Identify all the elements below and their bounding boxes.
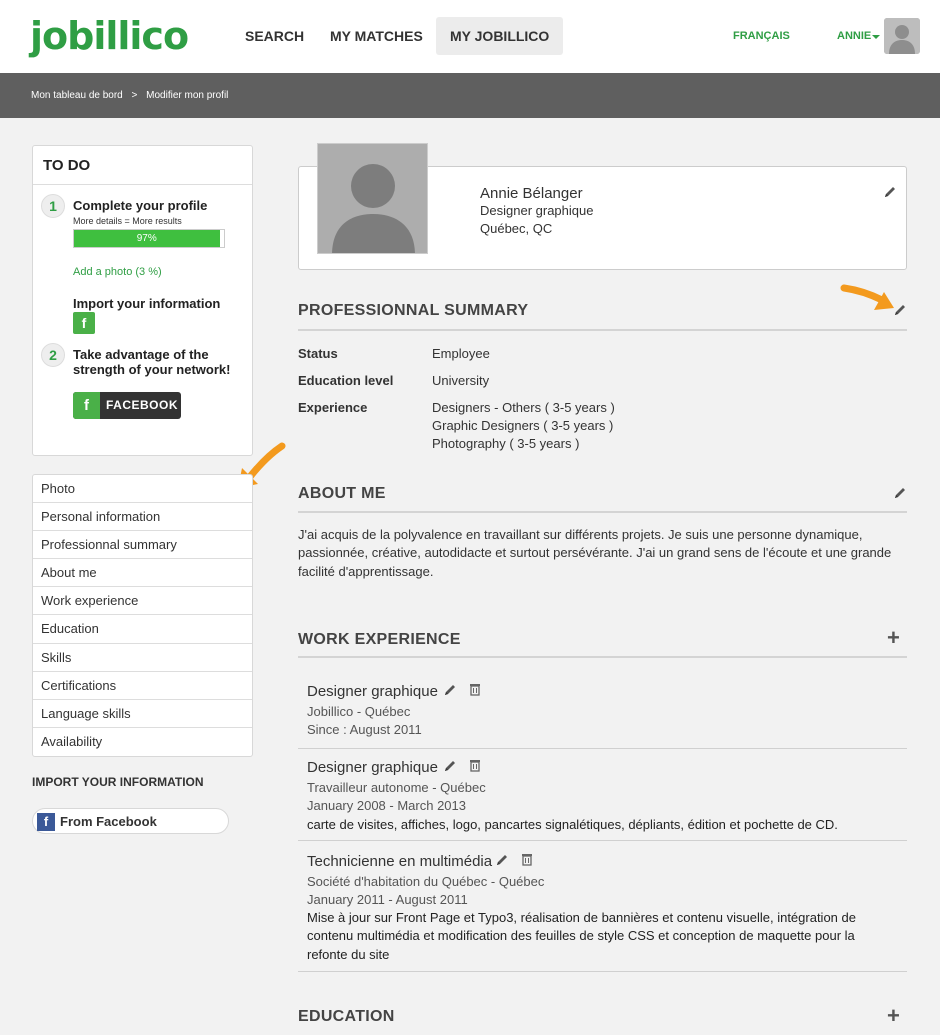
side-item-personal-information[interactable]: Personal information [33,503,252,532]
from-facebook-button[interactable]: f From Facebook [32,808,229,834]
breadcrumb-current: Modifier mon profil [146,90,229,101]
facebook-icon: f [37,813,55,831]
work-item: Designer graphique Jobillico - Québec Si… [298,674,907,749]
job-title: Designer graphique [307,759,438,776]
top-header: jobillico SEARCH MY MATCHES MY JOBILLICO… [0,0,940,73]
facebook-button[interactable]: f FACEBOOK [73,392,181,419]
nav-search[interactable]: SEARCH [235,17,314,55]
edit-pencil-icon[interactable] [495,853,509,867]
step-2-title-line2: strength of your network! [73,362,231,377]
orange-arrow-icon [840,284,894,310]
edit-pencil-icon[interactable] [893,486,907,500]
education-title: EDUCATION [298,1008,395,1025]
step-1-subtitle: More details = More results [73,216,182,226]
side-item-education[interactable]: Education [33,615,252,644]
import-info-label: Import your information [73,296,221,311]
side-item-work-experience[interactable]: Work experience [33,587,252,616]
step-1-badge: 1 [41,194,65,218]
trash-icon[interactable] [468,682,482,696]
step-2-title-line1: Take advantage of the [73,347,209,362]
side-item-certifications[interactable]: Certifications [33,672,252,700]
breadcrumb-separator: > [131,90,138,101]
import-section-title: IMPORT YOUR INFORMATION [32,775,204,789]
facebook-icon: f [73,392,100,419]
edit-pencil-icon[interactable] [443,683,457,697]
edit-pencil-icon[interactable] [893,303,907,317]
job-dates: January 2008 - March 2013 [307,798,466,813]
job-dates: Since : August 2011 [307,722,422,737]
add-plus-icon[interactable]: + [887,1005,900,1027]
job-company: Jobillico - Québec [307,704,411,719]
job-description: Mise à jour sur Front Page et Typo3, réa… [307,910,856,962]
breadcrumb-home[interactable]: Mon tableau de bord [31,90,123,101]
work-item: Technicienne en multimédia Société d'hab… [298,842,907,972]
breadcrumb: Mon tableau de bord > Modifier mon profi… [31,90,234,101]
edit-pencil-icon[interactable] [883,185,897,199]
facebook-icon[interactable]: f [73,312,95,334]
step-2-badge: 2 [41,343,65,367]
experience-label: Experience [298,400,368,415]
work-item: Designer graphique Travailleur autonome … [298,750,907,841]
nav-my-matches[interactable]: MY MATCHES [320,17,433,55]
education-level-label: Education level [298,373,394,388]
side-item-language-skills[interactable]: Language skills [33,700,252,728]
work-experience-title: WORK EXPERIENCE [298,631,461,648]
chevron-down-icon[interactable] [872,35,880,39]
user-menu[interactable]: ANNIE [837,30,871,42]
education-level-value: University [432,373,490,388]
profile-progress-bar: 97% [73,229,225,248]
job-dates: January 2011 - August 2011 [307,892,468,907]
job-description: carte de visites, affiches, logo, pancar… [307,817,838,832]
progress-fill: 97% [74,230,220,247]
trash-icon[interactable] [468,758,482,772]
user-silhouette-icon [884,18,920,54]
status-label: Status [298,346,338,361]
side-item-professional-summary[interactable]: Professionnal summary [33,531,252,560]
todo-panel: TO DO 1 Complete your profile More detai… [32,145,253,456]
side-item-about-me[interactable]: About me [33,559,252,588]
profile-section-menu: Photo Personal information Professionnal… [32,474,253,757]
profile-photo[interactable] [317,143,428,254]
facebook-button-label: FACEBOOK [106,398,179,412]
from-facebook-label: From Facebook [60,814,157,829]
breadcrumb-bar: Mon tableau de bord > Modifier mon profi… [0,73,940,118]
experience-item: Designers - Others ( 3-5 years ) [432,400,615,415]
side-item-photo[interactable]: Photo [33,475,252,504]
about-title: ABOUT ME [298,485,386,502]
profile-location: Québec, QC [480,221,553,236]
side-item-skills[interactable]: Skills [33,644,252,672]
experience-item: Graphic Designers ( 3-5 years ) [432,418,614,433]
experience-item: Photography ( 3-5 years ) [432,436,580,451]
section-divider [298,329,907,331]
step-1-title: Complete your profile [73,198,208,213]
about-text: J'ai acquis de la polyvalence en travail… [298,527,892,579]
job-title: Technicienne en multimédia [307,853,493,870]
add-plus-icon[interactable]: + [887,627,900,649]
job-company: Société d'habitation du Québec - Québec [307,874,545,889]
language-switch[interactable]: FRANÇAIS [733,30,790,42]
add-photo-link[interactable]: Add a photo (3 %) [73,266,162,278]
side-item-availability[interactable]: Availability [33,728,252,756]
status-value: Employee [432,346,490,361]
section-divider [298,656,907,658]
section-divider [298,511,907,513]
jobillico-logo[interactable]: jobillico [30,14,189,58]
summary-title: PROFESSIONNAL SUMMARY [298,302,529,319]
trash-icon[interactable] [520,852,534,866]
nav-my-jobillico[interactable]: MY JOBILLICO [436,17,564,55]
job-title: Designer graphique [307,683,438,700]
job-company: Travailleur autonome - Québec [307,780,486,795]
profile-name: Annie Bélanger [480,185,583,202]
profile-title: Designer graphique [480,203,594,218]
user-silhouette-icon [318,144,427,253]
avatar[interactable] [884,18,920,54]
edit-pencil-icon[interactable] [443,759,457,773]
todo-title: TO DO [33,146,252,185]
